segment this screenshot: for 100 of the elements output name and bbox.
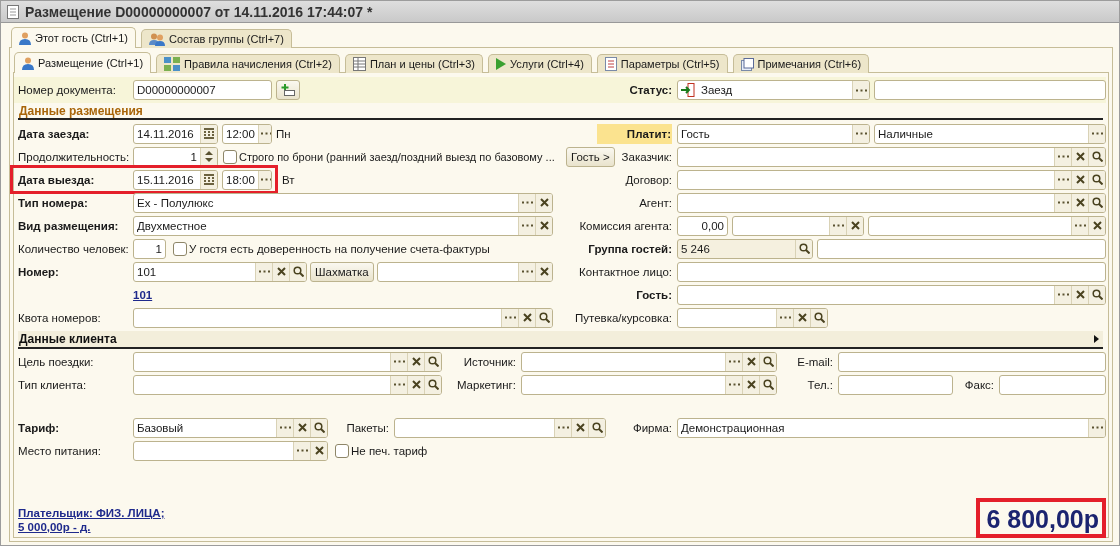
input-field[interactable]: [838, 351, 1106, 372]
guest-button[interactable]: Гость >: [566, 146, 615, 167]
clear-button[interactable]: [1088, 216, 1105, 235]
room-link[interactable]: 101: [133, 287, 153, 302]
clear-button[interactable]: [293, 418, 310, 437]
input-field[interactable]: [732, 215, 864, 236]
clear-button[interactable]: [742, 375, 759, 394]
tab[interactable]: Примечания (Ctrl+6): [732, 54, 870, 73]
tab[interactable]: Этот гость (Ctrl+1): [11, 27, 136, 48]
add-button[interactable]: [276, 80, 300, 100]
input-field[interactable]: [838, 374, 953, 395]
tab[interactable]: Правила начисления (Ctrl+2): [156, 54, 340, 73]
input-field[interactable]: [677, 192, 1106, 213]
search-button[interactable]: [1088, 285, 1105, 304]
search-button[interactable]: [310, 418, 327, 437]
clear-button[interactable]: [535, 193, 552, 212]
ellipsis-icon: [1057, 201, 1069, 204]
input-field[interactable]: Гость: [677, 123, 870, 144]
input-field[interactable]: [677, 261, 1106, 282]
search-button[interactable]: [588, 418, 605, 437]
number-field[interactable]: 0,00: [677, 215, 728, 236]
tab[interactable]: Состав группы (Ctrl+7): [141, 29, 292, 48]
choose-button[interactable]: [1088, 418, 1105, 437]
search-icon: [1091, 289, 1103, 300]
clear-button[interactable]: [535, 262, 552, 281]
search-button[interactable]: [1088, 147, 1105, 166]
input-field[interactable]: [874, 80, 1106, 100]
time-field[interactable]: 18:00: [222, 169, 272, 190]
input-field[interactable]: D00000000007: [133, 80, 272, 100]
checkbox[interactable]: [335, 443, 349, 458]
choose-button[interactable]: [852, 81, 869, 99]
tab[interactable]: Размещение (Ctrl+1): [14, 52, 152, 73]
input-field[interactable]: [133, 307, 553, 328]
tab[interactable]: План и цены (Ctrl+3): [344, 54, 483, 73]
input-field[interactable]: [133, 374, 442, 395]
number-field[interactable]: 1: [133, 238, 166, 259]
input-field[interactable]: 101: [133, 261, 307, 282]
search-button[interactable]: [1088, 170, 1105, 189]
search-button[interactable]: [424, 352, 441, 371]
input-field[interactable]: Наличные: [874, 123, 1106, 144]
date-field[interactable]: 15.11.2016: [133, 169, 218, 190]
spin-button[interactable]: [200, 147, 217, 166]
input-field[interactable]: [677, 146, 1106, 167]
input-field[interactable]: [133, 351, 442, 372]
clear-button[interactable]: [742, 352, 759, 371]
calendar-button[interactable]: [200, 170, 217, 189]
tab[interactable]: Услуги (Ctrl+4): [488, 54, 592, 73]
input-field[interactable]: [817, 238, 1106, 259]
choose-button[interactable]: [852, 124, 869, 143]
search-icon: [813, 312, 825, 323]
clear-button[interactable]: [1071, 147, 1088, 166]
input-field[interactable]: [868, 215, 1106, 236]
date-field[interactable]: 14.11.2016: [133, 123, 218, 144]
input-field[interactable]: [133, 440, 328, 461]
search-button[interactable]: [535, 308, 552, 327]
search-button[interactable]: [759, 375, 776, 394]
input-field[interactable]: 5 246: [677, 238, 813, 259]
amount-link[interactable]: 5 000,00р - д.: [18, 520, 165, 534]
choose-button[interactable]: [257, 124, 271, 143]
input-field[interactable]: [521, 374, 777, 395]
search-button[interactable]: [289, 262, 306, 281]
clear-button[interactable]: [407, 375, 424, 394]
input-field[interactable]: [376, 261, 553, 282]
search-button[interactable]: [1088, 193, 1105, 212]
input-field[interactable]: [999, 374, 1106, 395]
input-field[interactable]: [677, 169, 1106, 190]
input-field[interactable]: [521, 351, 777, 372]
search-button[interactable]: [810, 308, 827, 327]
clear-button[interactable]: [518, 308, 535, 327]
choose-button[interactable]: [257, 170, 271, 189]
input-field[interactable]: [677, 284, 1106, 305]
input-field[interactable]: Заезд: [677, 80, 870, 100]
clear-button[interactable]: [535, 216, 552, 235]
calendar-button[interactable]: [200, 124, 217, 143]
payer-link[interactable]: Плательщик: ФИЗ. ЛИЦА;: [18, 506, 165, 520]
clear-button[interactable]: [1071, 170, 1088, 189]
search-button[interactable]: [424, 375, 441, 394]
clear-button[interactable]: [793, 308, 810, 327]
clear-button[interactable]: [1071, 285, 1088, 304]
number-field[interactable]: 1: [133, 146, 218, 167]
input-field[interactable]: [677, 307, 828, 328]
input-field[interactable]: Демонстрационная: [677, 417, 1106, 438]
input-field[interactable]: Двухместное: [133, 215, 553, 236]
clear-button[interactable]: [846, 216, 863, 235]
search-button[interactable]: [759, 352, 776, 371]
chess-button[interactable]: Шахматка: [310, 261, 374, 282]
close-icon: [314, 446, 324, 455]
tab[interactable]: Параметры (Ctrl+5): [596, 54, 728, 73]
clear-button[interactable]: [407, 352, 424, 371]
time-field[interactable]: 12:00: [222, 123, 272, 144]
clear-button[interactable]: [1071, 193, 1088, 212]
input-field[interactable]: [394, 417, 606, 438]
input-field[interactable]: Базовый: [133, 417, 328, 438]
checkbox[interactable]: [173, 241, 187, 256]
input-field[interactable]: Ex - Полулюкс: [133, 192, 553, 213]
checkbox[interactable]: [223, 149, 237, 164]
clear-button[interactable]: [272, 262, 289, 281]
clear-button[interactable]: [310, 441, 327, 460]
clear-button[interactable]: [571, 418, 588, 437]
search-button[interactable]: [795, 239, 812, 258]
